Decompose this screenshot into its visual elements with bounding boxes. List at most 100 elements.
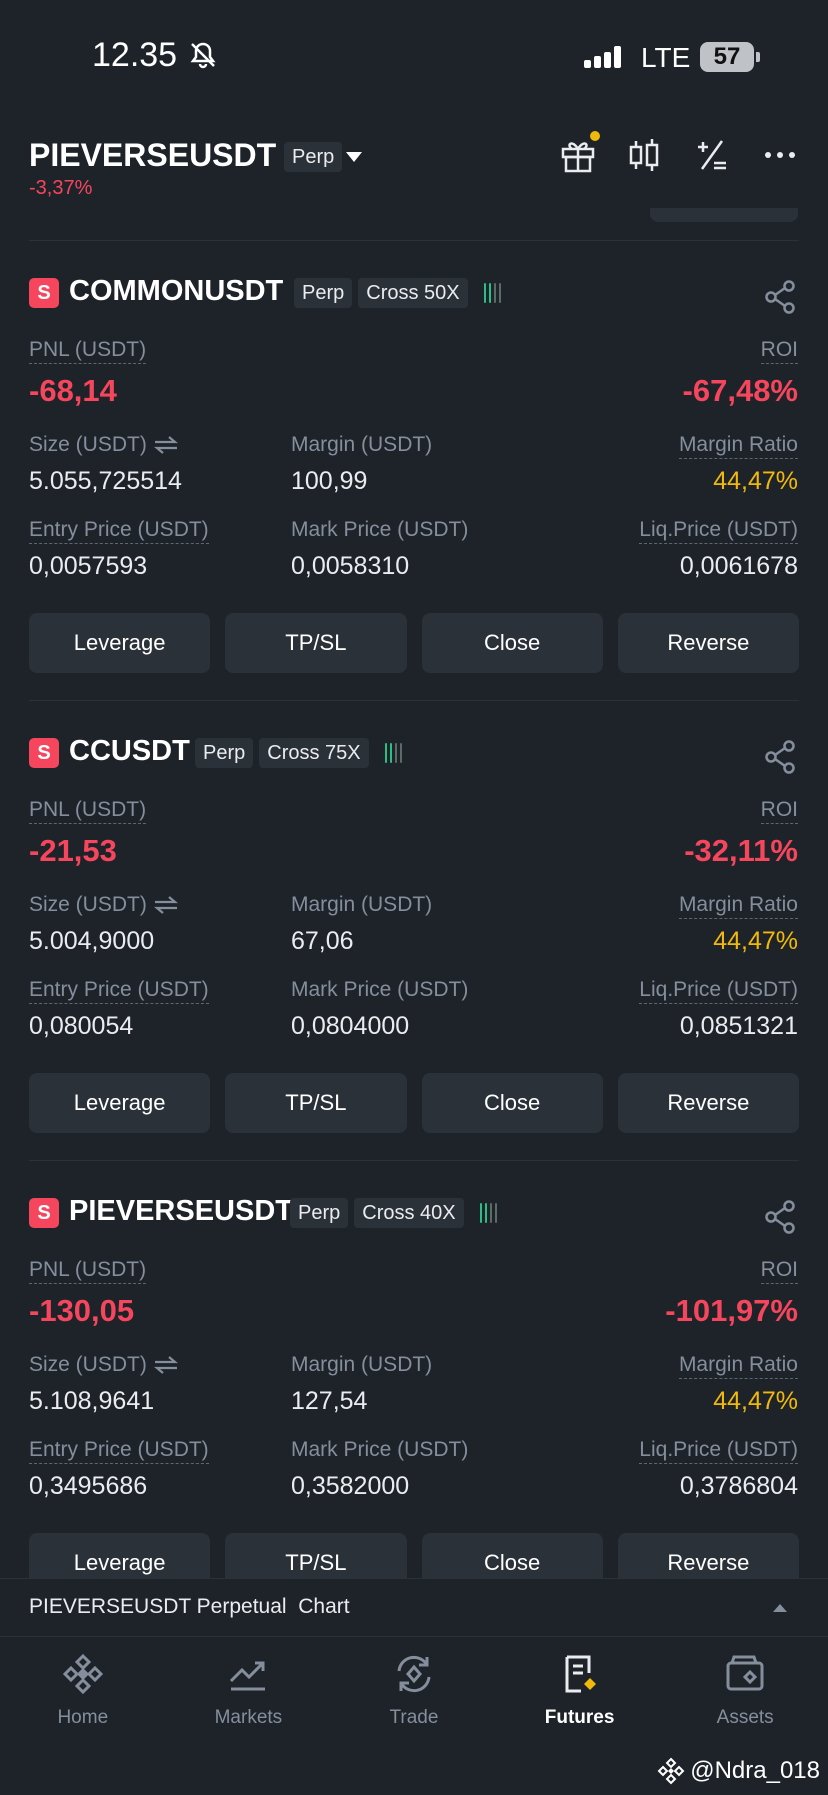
futures-icon xyxy=(565,1655,596,1693)
position-symbol[interactable]: COMMONUSDT xyxy=(69,275,283,308)
pnl-label[interactable]: PNL (USDT) xyxy=(29,1258,147,1284)
contract-type-tag: Perp xyxy=(294,278,353,308)
roi-label[interactable]: ROI xyxy=(760,338,798,364)
swap-icon[interactable] xyxy=(153,895,179,915)
watermark: @Ndra_018 xyxy=(656,1756,820,1786)
nav-assets[interactable]: Assets xyxy=(662,1637,828,1750)
short-badge: S xyxy=(29,738,59,768)
entry-price-label[interactable]: Entry Price (USDT) xyxy=(29,1438,209,1464)
contract-type-tag: Perp xyxy=(284,142,343,172)
nav-label: Markets xyxy=(214,1707,283,1728)
nav-trade[interactable]: Trade xyxy=(331,1637,497,1750)
symbol-header: PIEVERSEUSDT Perp -3,37% xyxy=(0,125,828,210)
margin-value: 67,06 xyxy=(291,927,354,955)
margin-ratio-label[interactable]: Margin Ratio xyxy=(678,1353,798,1379)
reverse-button[interactable]: Reverse xyxy=(617,613,799,673)
divider xyxy=(29,700,799,701)
battery-indicator: 57 xyxy=(700,42,760,72)
liq-price-label[interactable]: Liq.Price (USDT) xyxy=(639,978,798,1004)
tpsl-button[interactable]: TP/SL xyxy=(225,613,407,673)
swap-icon[interactable] xyxy=(153,1355,179,1375)
calculator-icon[interactable] xyxy=(692,135,732,175)
position-card: S PIEVERSEUSDT Perp Cross 40X PNL (USDT)… xyxy=(0,1185,828,1597)
close-button[interactable]: Close xyxy=(421,613,603,673)
size-label-text: Size (USDT) xyxy=(29,433,147,456)
margin-ratio-value: 44,47% xyxy=(713,1387,798,1415)
pnl-label[interactable]: PNL (USDT) xyxy=(29,338,147,364)
margin-ratio-label[interactable]: Margin Ratio xyxy=(678,433,798,459)
entry-price-label[interactable]: Entry Price (USDT) xyxy=(29,978,209,1004)
chart-drawer-bar[interactable]: PIEVERSEUSDT Perpetual Chart xyxy=(0,1578,828,1636)
status-time: 12.35 xyxy=(92,36,178,74)
markets-icon xyxy=(230,1661,266,1691)
size-label[interactable]: Size (USDT) xyxy=(29,893,179,917)
dropdown-caret-icon[interactable] xyxy=(345,150,363,164)
position-actions: Leverage TP/SL Close Reverse xyxy=(29,1073,799,1133)
notification-dot xyxy=(590,131,600,141)
close-button[interactable]: Close xyxy=(421,1073,603,1133)
roi-value: -67,48% xyxy=(682,373,798,408)
leverage-mode-tag: Cross 75X xyxy=(259,738,369,768)
bottom-navigation: Home Markets Trade Futures Assets xyxy=(0,1636,828,1750)
position-symbol[interactable]: CCUSDT xyxy=(69,735,190,768)
nav-home[interactable]: Home xyxy=(0,1637,166,1750)
more-options-icon[interactable] xyxy=(760,135,800,175)
candlestick-chart-icon[interactable] xyxy=(624,135,664,175)
entry-price-label[interactable]: Entry Price (USDT) xyxy=(29,518,209,544)
status-bar: 12.35 LTE 57 xyxy=(0,0,828,112)
pnl-label[interactable]: PNL (USDT) xyxy=(29,798,147,824)
mark-price-label: Mark Price (USDT) xyxy=(291,518,469,541)
roi-label[interactable]: ROI xyxy=(760,798,798,824)
contract-type-tag: Perp xyxy=(290,1198,349,1228)
gift-icon[interactable] xyxy=(558,135,598,175)
position-card: S CCUSDT Perp Cross 75X PNL (USDT) ROI -… xyxy=(0,725,828,1137)
chevron-up-icon[interactable] xyxy=(772,1602,788,1613)
leverage-button[interactable]: Leverage xyxy=(29,613,211,673)
reverse-button[interactable]: Reverse xyxy=(617,1073,799,1133)
margin-ratio-label[interactable]: Margin Ratio xyxy=(678,893,798,919)
entry-price-value: 0,0057593 xyxy=(29,552,148,580)
share-icon[interactable] xyxy=(762,739,798,775)
share-icon[interactable] xyxy=(762,279,798,315)
leverage-button[interactable]: Leverage xyxy=(29,1073,211,1133)
nav-markets[interactable]: Markets xyxy=(166,1637,332,1750)
pnl-value: -130,05 xyxy=(29,1293,135,1328)
symbol-title[interactable]: PIEVERSEUSDT xyxy=(29,137,276,174)
leverage-mode-tag: Cross 40X xyxy=(354,1198,464,1228)
position-symbol[interactable]: PIEVERSEUSDT xyxy=(69,1195,293,1228)
entry-price-value: 0,080054 xyxy=(29,1012,134,1040)
roi-value: -101,97% xyxy=(665,1293,798,1328)
liq-price-label[interactable]: Liq.Price (USDT) xyxy=(639,1438,798,1464)
roi-label[interactable]: ROI xyxy=(760,1258,798,1284)
mark-price-value: 0,3582000 xyxy=(291,1472,410,1500)
trade-icon xyxy=(397,1655,431,1693)
roi-value: -32,11% xyxy=(684,833,798,868)
nav-futures[interactable]: Futures xyxy=(497,1637,663,1750)
tpsl-button[interactable]: TP/SL xyxy=(225,1073,407,1133)
position-actions: Leverage TP/SL Close Reverse xyxy=(29,613,799,673)
position-tags: Perp Cross 50X xyxy=(294,278,501,308)
share-icon[interactable] xyxy=(762,1199,798,1235)
assets-icon xyxy=(726,1655,764,1691)
binance-logo-icon xyxy=(657,1757,685,1785)
swap-icon[interactable] xyxy=(153,435,179,455)
position-card: S COMMONUSDT Perp Cross 50X PNL (USDT) R… xyxy=(0,265,828,677)
size-label[interactable]: Size (USDT) xyxy=(29,433,179,457)
margin-label: Margin (USDT) xyxy=(291,893,433,916)
mark-price-value: 0,0804000 xyxy=(291,1012,410,1040)
network-type: LTE xyxy=(641,42,691,73)
pnl-value: -68,14 xyxy=(29,373,117,408)
liq-price-label[interactable]: Liq.Price (USDT) xyxy=(639,518,798,544)
margin-label: Margin (USDT) xyxy=(291,1353,433,1376)
nav-label: Futures xyxy=(544,1707,615,1728)
short-badge: S xyxy=(29,278,59,308)
margin-label: Margin (USDT) xyxy=(291,433,433,456)
margin-value: 127,54 xyxy=(291,1387,368,1415)
nav-label: Home xyxy=(57,1707,109,1728)
home-icon xyxy=(62,1653,103,1695)
mark-price-label: Mark Price (USDT) xyxy=(291,1438,469,1461)
size-value: 5.055,725514 xyxy=(29,467,182,495)
size-label[interactable]: Size (USDT) xyxy=(29,1353,179,1377)
liq-price-value: 0,0851321 xyxy=(679,1012,798,1040)
price-change: -3,37% xyxy=(29,177,93,199)
